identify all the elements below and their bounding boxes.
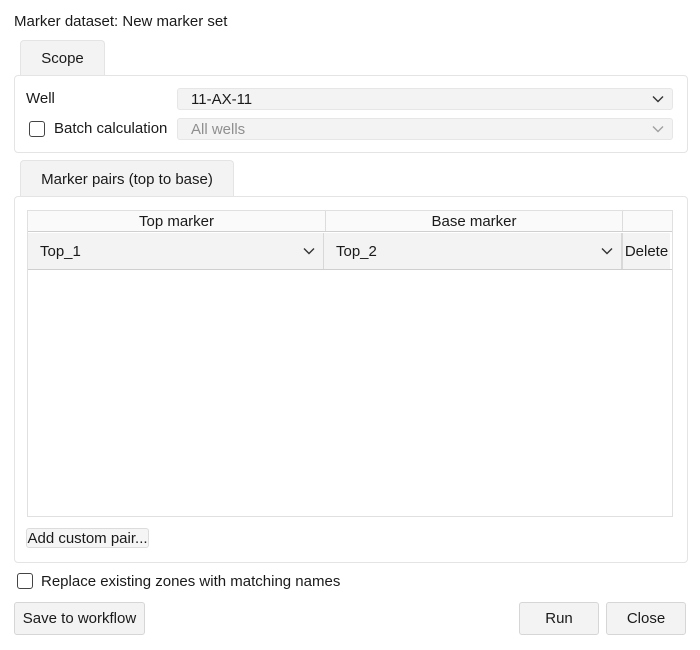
batch-label: Batch calculation: [54, 120, 168, 137]
add-custom-pair-button[interactable]: Add custom pair...: [26, 528, 149, 548]
marker-pairs-table: Top marker Base marker Top_1 Top_2 Delet…: [27, 210, 673, 517]
batch-wells-value: All wells: [191, 120, 246, 138]
scope-panel: [14, 75, 688, 153]
table-row: Top_1 Top_2 Delete: [28, 233, 672, 270]
table-header: Top marker Base marker: [28, 211, 672, 232]
column-header-action: [623, 211, 672, 231]
tab-scope[interactable]: Scope: [20, 40, 105, 76]
dataset-title: Marker dataset: New marker set: [14, 13, 228, 30]
run-button[interactable]: Run: [519, 602, 599, 635]
column-header-top: Top marker: [28, 211, 326, 231]
tab-marker-pairs[interactable]: Marker pairs (top to base): [20, 160, 234, 197]
replace-label: Replace existing zones with matching nam…: [41, 573, 341, 590]
chevron-down-icon: [601, 248, 613, 255]
chevron-down-icon: [303, 248, 315, 255]
column-header-base: Base marker: [326, 211, 623, 231]
base-marker-value: Top_2: [336, 242, 377, 260]
save-to-workflow-button[interactable]: Save to workflow: [14, 602, 145, 635]
replace-checkbox[interactable]: [17, 573, 33, 589]
well-label: Well: [26, 90, 55, 107]
tab-marker-pairs-label: Marker pairs (top to base): [41, 170, 213, 188]
well-select[interactable]: 11-AX-11: [177, 88, 673, 110]
well-select-value: 11-AX-11: [191, 90, 253, 108]
tab-scope-label: Scope: [41, 50, 84, 67]
top-marker-select[interactable]: Top_1: [28, 233, 324, 269]
chevron-down-icon: [652, 126, 664, 133]
batch-wells-select[interactable]: All wells: [177, 118, 673, 140]
delete-row-button[interactable]: Delete: [622, 233, 670, 269]
batch-checkbox[interactable]: [29, 121, 45, 137]
close-button[interactable]: Close: [606, 602, 686, 635]
base-marker-select[interactable]: Top_2: [324, 233, 622, 269]
top-marker-value: Top_1: [40, 242, 81, 260]
chevron-down-icon: [652, 96, 664, 103]
